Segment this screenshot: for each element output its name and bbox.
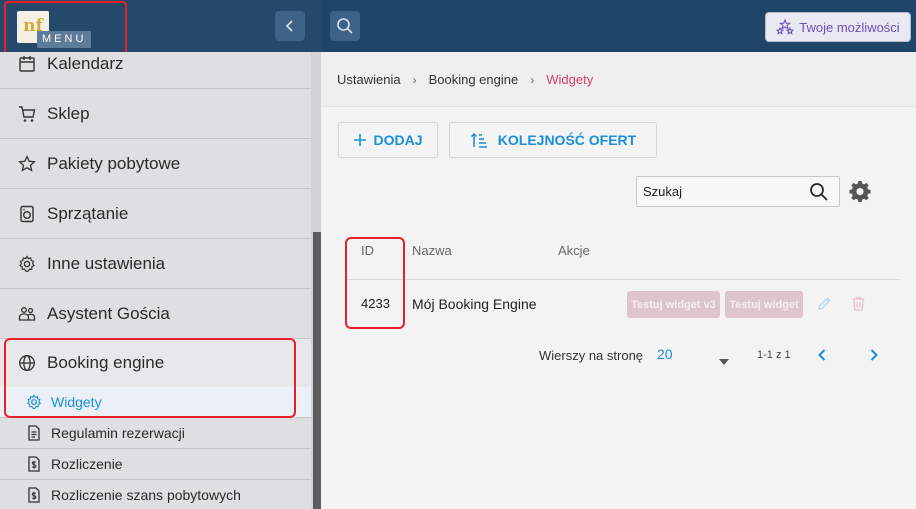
- dollar-document-icon: [28, 487, 40, 503]
- stars-icon: [776, 19, 795, 35]
- sort-icon: [470, 132, 487, 148]
- search-field[interactable]: [636, 176, 840, 207]
- sidebar-item-sklep[interactable]: Sklep: [0, 89, 311, 139]
- sidebar-item-kalendarz[interactable]: Kalendarz: [0, 52, 311, 89]
- twoje-mozliwosci-label: Twoje możliwości: [799, 19, 900, 35]
- next-page-button[interactable]: [868, 348, 880, 367]
- sidebar-subitem-rozliczenie-szans[interactable]: Rozliczenie szans pobytowych: [0, 480, 311, 509]
- sidebar-scrollbar-thumb[interactable]: [313, 232, 321, 509]
- chevron-left-icon: [818, 349, 826, 361]
- trash-icon: [852, 296, 865, 311]
- add-button-label: DODAJ: [373, 132, 423, 148]
- sidebar-item-sprzatanie[interactable]: Sprzątanie: [0, 189, 311, 239]
- sidebar-item-label: Pakiety pobytowe: [47, 153, 181, 173]
- sidebar-item-asystent-goscia[interactable]: Asystent Gościa: [0, 289, 311, 339]
- breadcrumb-item-ustawienia[interactable]: Ustawienia: [337, 72, 401, 87]
- pencil-icon: [818, 297, 831, 310]
- breadcrumb: Ustawienia › Booking engine › Widgety: [337, 72, 593, 87]
- prev-page-button[interactable]: [816, 348, 828, 367]
- people-icon: [18, 306, 36, 321]
- top-search-button[interactable]: [330, 11, 360, 41]
- search-icon[interactable]: [809, 182, 829, 202]
- table-header-divider: [345, 279, 900, 280]
- table-settings-button[interactable]: [849, 180, 871, 207]
- gear-icon: [19, 254, 35, 272]
- caret-down-icon[interactable]: [719, 352, 729, 370]
- gear-icon: [849, 181, 871, 203]
- sidebar-subitem-label: Rozliczenie: [51, 456, 123, 472]
- chevron-right-icon: [870, 349, 878, 361]
- delete-button[interactable]: [850, 295, 867, 317]
- collapse-sidebar-button[interactable]: [275, 11, 305, 41]
- sidebar: Kalendarz Sklep Pakiety pobytowe Sprząta…: [0, 52, 321, 509]
- dollar-document-icon: [28, 456, 40, 472]
- calendar-icon: [19, 55, 35, 72]
- highlight-id-column: [345, 237, 405, 329]
- sidebar-item-label: Inne ustawienia: [47, 253, 166, 273]
- star-icon: [18, 154, 36, 172]
- cart-icon: [19, 105, 36, 122]
- edit-button[interactable]: [816, 295, 833, 317]
- search-input[interactable]: [643, 184, 803, 199]
- sidebar-item-label: Asystent Gościa: [47, 303, 170, 323]
- sidebar-item-label: Kalendarz: [47, 53, 124, 73]
- chevron-right-icon: ›: [530, 72, 535, 87]
- breadcrumb-item-booking-engine[interactable]: Booking engine: [429, 72, 519, 87]
- document-icon: [28, 425, 40, 441]
- column-header-nazwa[interactable]: Nazwa: [412, 243, 452, 258]
- breadcrumb-item-current: Widgety: [546, 72, 594, 87]
- test-widget-button[interactable]: Testuj widget: [725, 291, 803, 318]
- rows-per-page-label: Wierszy na stronę: [539, 348, 644, 363]
- rows-per-page-select[interactable]: 20: [657, 346, 673, 362]
- washer-icon: [20, 205, 34, 222]
- order-offers-button[interactable]: KOLEJNOŚĆ OFERT: [449, 122, 657, 158]
- sidebar-item-label: Sklep: [47, 103, 90, 123]
- test-widget-v3-button[interactable]: Testuj widget v3: [627, 291, 720, 318]
- sidebar-item-inne-ustawienia[interactable]: Inne ustawienia: [0, 239, 311, 289]
- sidebar-subitem-rozliczenie[interactable]: Rozliczenie: [0, 449, 311, 480]
- sidebar-subitem-label: Rozliczenie szans pobytowych: [51, 487, 241, 503]
- highlight-menu: [4, 1, 127, 56]
- sidebar-item-label: Sprzątanie: [47, 203, 129, 223]
- chevron-left-icon: [285, 20, 293, 32]
- cell-name: Mój Booking Engine: [412, 296, 537, 312]
- order-offers-label: KOLEJNOŚĆ OFERT: [497, 132, 637, 148]
- column-header-akcje: Akcje: [558, 243, 590, 258]
- chevron-right-icon: ›: [412, 72, 417, 87]
- sidebar-subitem-regulamin[interactable]: Regulamin rezerwacji: [0, 418, 311, 449]
- highlight-booking-engine: [4, 338, 296, 418]
- pagination-range: 1-1 z 1: [757, 349, 791, 361]
- sidebar-item-pakiety[interactable]: Pakiety pobytowe: [0, 139, 311, 189]
- search-icon: [337, 18, 353, 34]
- sidebar-subitem-label: Regulamin rezerwacji: [51, 425, 185, 441]
- twoje-mozliwosci-button[interactable]: Twoje możliwości: [765, 12, 911, 42]
- add-button[interactable]: DODAJ: [338, 122, 438, 158]
- plus-icon: [354, 134, 367, 146]
